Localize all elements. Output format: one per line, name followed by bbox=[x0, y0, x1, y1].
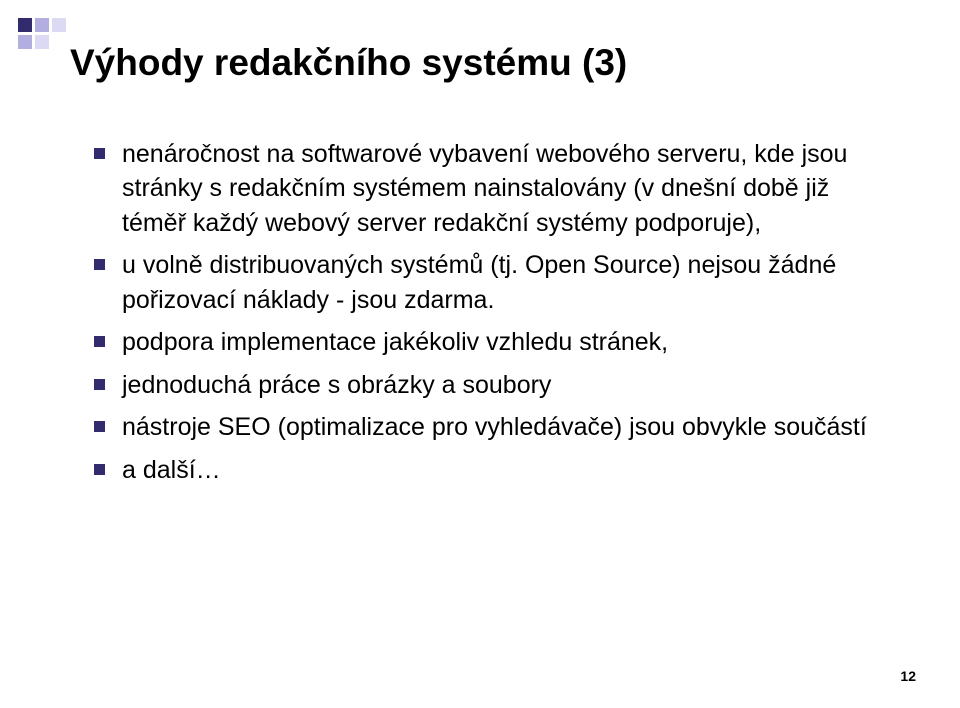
logo-square-icon bbox=[52, 35, 66, 49]
logo-square-icon bbox=[35, 35, 49, 49]
slide-title: Výhody redakčního systému (3) bbox=[70, 42, 890, 85]
logo-square-icon bbox=[35, 18, 49, 32]
list-item: jednoduchá práce s obrázky a soubory bbox=[94, 368, 890, 403]
corner-logo bbox=[18, 18, 66, 49]
list-item: nenáročnost na softwarové vybavení webov… bbox=[94, 137, 890, 241]
slide-page: Výhody redakčního systému (3) nenáročnos… bbox=[0, 0, 960, 708]
page-number: 12 bbox=[900, 668, 916, 684]
list-item: nástroje SEO (optimalizace pro vyhledáva… bbox=[94, 410, 890, 445]
logo-square-icon bbox=[52, 18, 66, 32]
list-item: a další… bbox=[94, 453, 890, 488]
list-item: podpora implementace jakékoliv vzhledu s… bbox=[94, 325, 890, 360]
logo-square-icon bbox=[18, 18, 32, 32]
bullet-list: nenáročnost na softwarové vybavení webov… bbox=[70, 137, 890, 488]
list-item: u volně distribuovaných systémů (tj. Ope… bbox=[94, 248, 890, 317]
logo-square-icon bbox=[18, 35, 32, 49]
